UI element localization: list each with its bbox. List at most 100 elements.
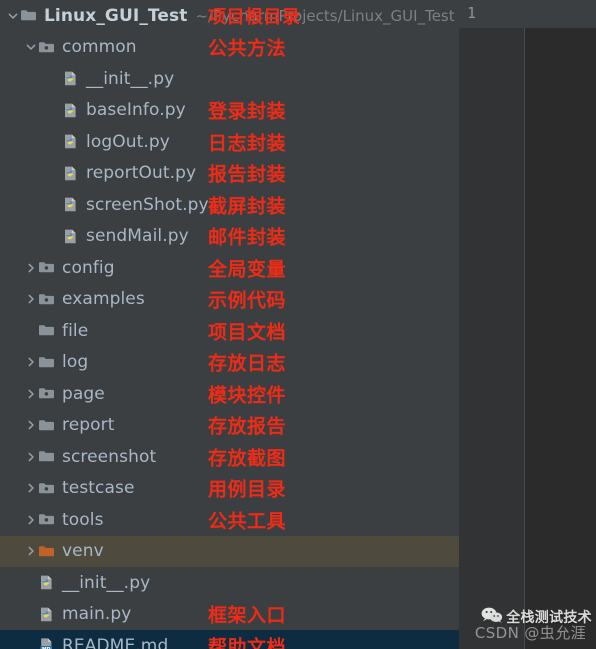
annotation-label: 全局变量 [208, 258, 287, 281]
tree-row-report[interactable]: report 存放报告 [0, 410, 459, 442]
tree-row-venv[interactable]: venv [0, 535, 459, 567]
chevron-right-icon[interactable] [24, 418, 38, 432]
tree-node-label: tools [62, 509, 104, 530]
tree-node-label: examples [62, 289, 145, 310]
tree-node-label: reportOut.py [86, 163, 197, 184]
tree-row-logout-py[interactable]: logOut.py 日志封装 [0, 126, 459, 158]
tree-row-tools[interactable]: tools 公共工具 [0, 504, 459, 536]
tree-row-testcase[interactable]: testcase 用例目录 [0, 473, 459, 505]
annotation-label: 存放截图 [208, 447, 287, 470]
chevron-right-icon[interactable] [24, 292, 38, 306]
chevron-down-icon[interactable] [6, 9, 20, 23]
python-file-icon [38, 574, 55, 591]
tree-row-screenshot-py[interactable]: screenShot.py 截屏封装 [0, 189, 459, 221]
chevron-right-icon[interactable] [24, 544, 38, 558]
annotation-label: 模块控件 [208, 384, 287, 407]
annotation-label: 截屏封装 [208, 195, 287, 218]
tree-node-label: baseInfo.py [86, 100, 186, 121]
csdn-watermark-label: CSDN @虫允涯 [474, 624, 586, 642]
tree-node-label: __init__.py [86, 68, 175, 89]
folder-icon [38, 322, 55, 339]
python-file-icon [38, 606, 55, 623]
pycharm-project-window: 1 Linux_GUI_Test ~/PycharmProjects/Linux_… [0, 0, 596, 649]
tree-node-label: common [62, 37, 137, 58]
editor-line-number-gutter[interactable]: 1 [459, 0, 525, 649]
tree-node-label: screenshot [62, 446, 157, 467]
tree-node-label: logOut.py [86, 131, 170, 152]
python-file-icon [62, 102, 79, 119]
tree-node-label: file [62, 320, 89, 341]
annotation-label: 公共方法 [208, 37, 287, 60]
tree-row-file[interactable]: file 项目文档 [0, 315, 459, 347]
python-file-icon [62, 228, 79, 245]
tree-row-sendmail-py[interactable]: sendMail.py 邮件封装 [0, 221, 459, 253]
chevron-right-icon[interactable] [24, 261, 38, 275]
annotation-label: 存放报告 [208, 415, 287, 438]
tree-row-init-py[interactable]: __init__.py [0, 63, 459, 95]
package-folder-icon [38, 291, 55, 308]
package-folder-icon [38, 511, 55, 528]
chevron-right-icon[interactable] [24, 513, 38, 527]
project-tree-panel[interactable]: Linux_GUI_Test ~/PycharmProjects/Linux_GU… [0, 0, 459, 649]
python-file-icon [62, 133, 79, 150]
tree-node-label: config [62, 257, 115, 278]
chevron-right-icon[interactable] [24, 450, 38, 464]
tree-row-baseinfo-py[interactable]: baseInfo.py 登录封装 [0, 95, 459, 127]
annotation-label: 帮助文档 [208, 636, 287, 649]
annotation-label: 存放日志 [208, 352, 287, 375]
editor-text-area[interactable] [526, 28, 596, 649]
annotation-label: 公共工具 [208, 510, 287, 533]
tree-node-label: main.py [62, 604, 132, 625]
folder-icon [38, 448, 55, 465]
annotation-label: 框架入口 [208, 604, 287, 627]
package-folder-icon [38, 259, 55, 276]
python-file-icon [62, 165, 79, 182]
tree-row-log[interactable]: log 存放日志 [0, 347, 459, 379]
package-folder-icon [38, 385, 55, 402]
annotation-label: 示例代码 [208, 289, 287, 312]
folder-icon [20, 7, 37, 24]
tree-node-label: log [62, 352, 89, 373]
tree-node-label: README.md [62, 635, 169, 649]
tree-row-readme-md[interactable]: MD README.md 帮助文档 [0, 630, 459, 649]
tree-row-config[interactable]: config 全局变量 [0, 252, 459, 284]
editor-area: 1 [459, 0, 596, 649]
chevron-down-icon[interactable] [24, 40, 38, 54]
tree-row-reportout-py[interactable]: reportOut.py 报告封装 [0, 158, 459, 190]
tree-node-label: venv [62, 541, 104, 562]
annotation-label: 登录封装 [208, 100, 287, 123]
python-file-icon [62, 196, 79, 213]
annotation-label: 邮件封装 [208, 226, 287, 249]
chevron-right-icon[interactable] [24, 481, 38, 495]
tree-row-main-py[interactable]: main.py 框架入口 [0, 599, 459, 631]
package-folder-icon [38, 480, 55, 497]
folder-icon [38, 354, 55, 371]
chevron-right-icon[interactable] [24, 355, 38, 369]
tree-row-examples[interactable]: examples 示例代码 [0, 284, 459, 316]
editor-top-strip [525, 0, 596, 28]
tree-node-label: screenShot.py [86, 194, 209, 215]
annotation-label: 用例目录 [208, 478, 287, 501]
tree-node-label: testcase [62, 478, 135, 499]
tree-row-page[interactable]: page 模块控件 [0, 378, 459, 410]
tree-node-label: __init__.py [62, 572, 151, 593]
tree-row-screenshot[interactable]: screenshot 存放截图 [0, 441, 459, 473]
tree-row-init-py[interactable]: __init__.py [0, 567, 459, 599]
tree-node-label: Linux_GUI_Test [44, 5, 188, 26]
chevron-right-icon[interactable] [24, 387, 38, 401]
annotation-label: 项目文档 [208, 321, 287, 344]
package-folder-icon [38, 39, 55, 56]
tree-row-linux-gui-test[interactable]: Linux_GUI_Test ~/PycharmProjects/Linux_GU… [0, 0, 459, 32]
annotation-label: 日志封装 [208, 132, 287, 155]
tree-row-common[interactable]: common 公共方法 [0, 32, 459, 64]
line-number-1: 1 [467, 4, 477, 22]
tree-node-label: page [62, 383, 105, 404]
annotation-label: 项目根目录 [208, 6, 301, 28]
tree-node-label: sendMail.py [86, 226, 189, 247]
markdown-file-icon: MD [38, 637, 55, 649]
excluded-folder-icon [38, 543, 55, 560]
annotation-label: 报告封装 [208, 163, 287, 186]
tree-node-label: report [62, 415, 115, 436]
python-file-icon [62, 70, 79, 87]
folder-icon [38, 417, 55, 434]
